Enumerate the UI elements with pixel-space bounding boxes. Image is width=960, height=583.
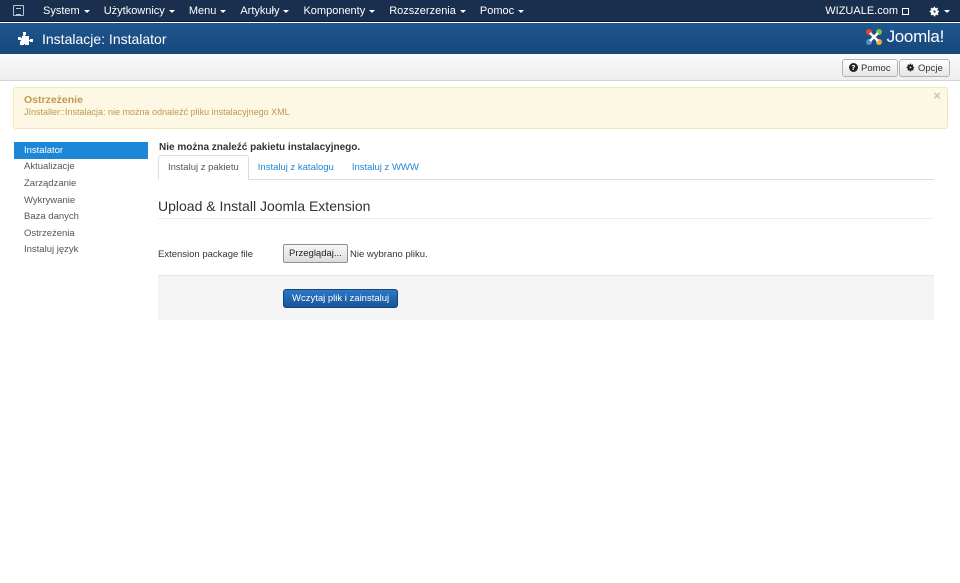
- page-title: Instalacje: Instalator: [42, 30, 167, 47]
- upload-install-button[interactable]: Wczytaj plik i zainstaluj: [283, 289, 399, 308]
- page-header: Instalacje: Instalator Joomla!: [0, 23, 960, 54]
- close-icon[interactable]: ×: [933, 88, 941, 103]
- tab-install-package[interactable]: Instaluj z pakietu: [158, 155, 249, 180]
- help-button[interactable]: ? Pomoc: [842, 59, 898, 77]
- sidebar-item-database[interactable]: Baza danych: [14, 208, 148, 225]
- main-menu: System Użytkownicy Menu Artykuły Kompone…: [36, 0, 531, 22]
- gear-icon: [929, 6, 939, 16]
- gear-icon: [906, 63, 915, 74]
- alert-heading: Ostrzeżenie: [24, 94, 83, 106]
- puzzle-icon: [18, 31, 33, 45]
- install-tabs: Instaluj z pakietu Instaluj z katalogu I…: [158, 155, 934, 180]
- nav-right: WIZUALE.com: [825, 0, 960, 22]
- menu-label: Menu: [188, 4, 217, 17]
- user-menu[interactable]: [929, 6, 960, 17]
- help-button-label: Pomoc: [861, 62, 891, 74]
- question-circle-icon: ?: [849, 62, 858, 74]
- joomla-logo: Joomla!: [864, 27, 944, 47]
- external-link-icon: [902, 7, 909, 15]
- menu-menus[interactable]: Menu: [182, 0, 234, 22]
- toolbar: ? Pomoc Opcje: [0, 54, 960, 81]
- section-title: Upload & Install Joomla Extension: [158, 198, 371, 214]
- options-button-label: Opcje: [918, 62, 943, 74]
- menu-label: System: [43, 4, 80, 17]
- form-actions: Wczytaj plik i zainstaluj: [158, 275, 934, 320]
- tab-install-url[interactable]: Instaluj z WWW: [343, 155, 428, 180]
- warning-alert: Ostrzeżenie JInstaller::Instalacja: nie …: [13, 87, 948, 129]
- caret-down-icon: [369, 9, 376, 13]
- menu-label: Artykuły: [240, 4, 280, 17]
- caret-down-icon: [459, 9, 466, 13]
- main-content: Nie można znaleźć pakietu instalacyjnego…: [158, 142, 934, 320]
- menu-content[interactable]: Artykuły: [233, 0, 296, 22]
- joomla-admin-icon[interactable]: [0, 0, 36, 22]
- caret-down-icon: [283, 9, 290, 13]
- menu-label: Pomoc: [479, 4, 515, 17]
- joomla-logo-text: Joomla!: [886, 27, 945, 46]
- sidebar-item-warnings[interactable]: Ostrzeżenia: [14, 225, 148, 242]
- error-title: Nie można znaleźć pakietu instalacyjnego…: [159, 142, 361, 153]
- package-file-label: Extension package file: [158, 249, 254, 260]
- caret-down-icon: [168, 9, 175, 13]
- menu-label: Użytkownicy: [103, 4, 165, 17]
- divider: [158, 218, 934, 219]
- menu-extensions[interactable]: Rozszerzenia: [382, 0, 473, 22]
- caret-down-icon: [518, 9, 525, 13]
- sidebar-item-discover[interactable]: Wykrywanie: [14, 192, 148, 209]
- menu-components[interactable]: Komponenty: [296, 0, 382, 22]
- site-link[interactable]: WIZUALE.com: [825, 5, 929, 17]
- sidebar-item-manage[interactable]: Zarządzanie: [14, 175, 148, 192]
- site-name: WIZUALE.com: [825, 5, 898, 17]
- sidebar-item-install-language[interactable]: Instaluj język: [14, 242, 148, 259]
- caret-down-icon: [83, 9, 90, 13]
- alert-message: JInstaller::Instalacja: nie można odnale…: [24, 107, 290, 117]
- sidebar-item-updates[interactable]: Aktualizacje: [14, 159, 148, 176]
- top-navbar: System Użytkownicy Menu Artykuły Kompone…: [0, 0, 960, 22]
- menu-label: Rozszerzenia: [389, 4, 456, 17]
- menu-users[interactable]: Użytkownicy: [97, 0, 182, 22]
- caret-down-icon: [944, 9, 950, 13]
- joomla-logo-icon: [865, 29, 882, 45]
- browse-button[interactable]: Przeglądaj...: [283, 244, 348, 263]
- options-button[interactable]: Opcje: [899, 59, 950, 77]
- menu-help[interactable]: Pomoc: [473, 0, 531, 22]
- tab-install-folder[interactable]: Instaluj z katalogu: [249, 155, 343, 180]
- menu-label: Komponenty: [303, 4, 366, 17]
- caret-down-icon: [220, 9, 227, 13]
- menu-system[interactable]: System: [36, 0, 97, 22]
- file-status: Nie wybrano pliku.: [350, 249, 428, 260]
- sidebar: Instalator Aktualizacje Zarządzanie Wykr…: [14, 142, 148, 258]
- sidebar-item-installer[interactable]: Instalator: [14, 142, 148, 159]
- svg-text:?: ?: [851, 63, 855, 72]
